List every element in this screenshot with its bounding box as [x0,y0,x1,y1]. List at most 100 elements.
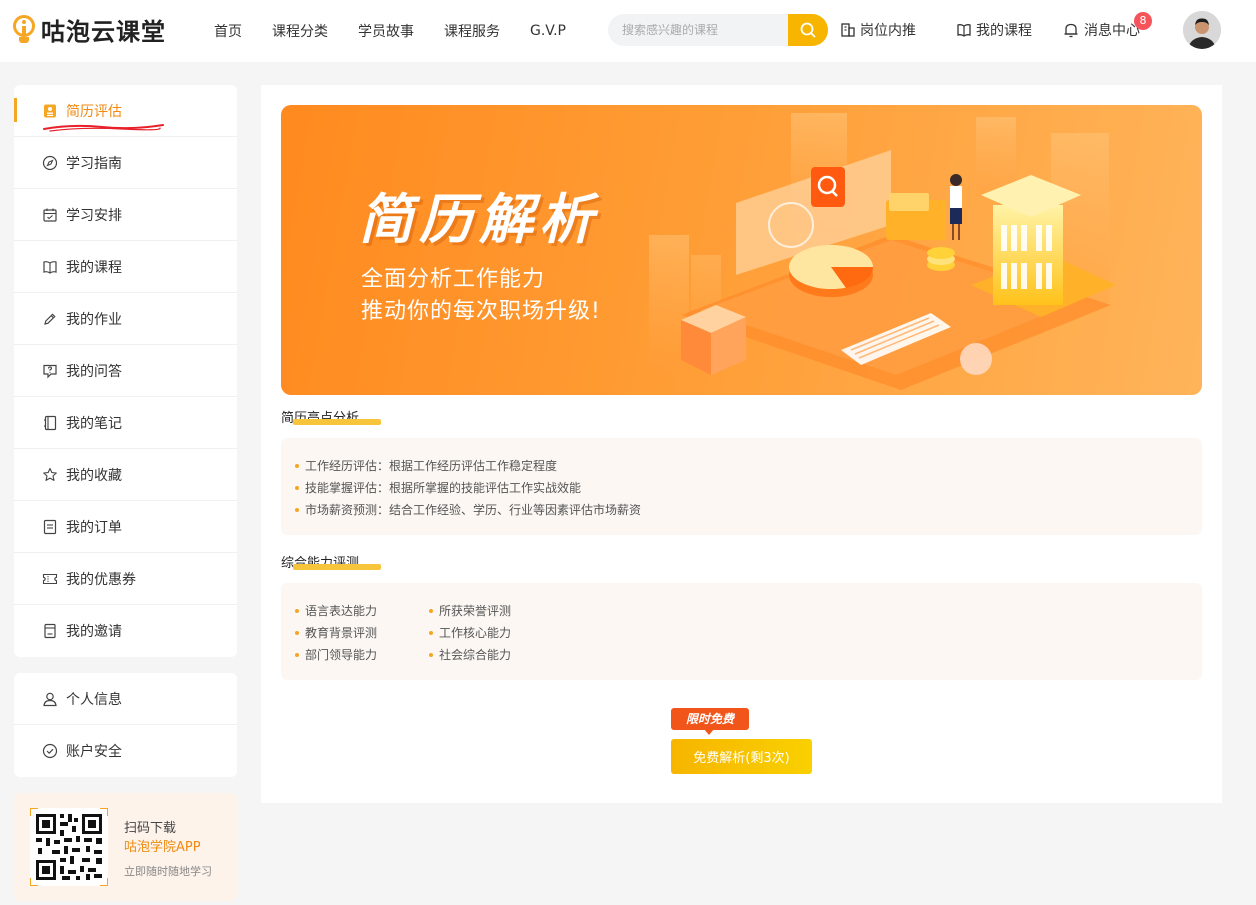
assessment-item-language: 语言表达能力 [305,604,378,618]
my-courses-link[interactable]: 我的课程 [956,20,1032,40]
office-illustration [649,113,1116,390]
bell-icon [1064,23,1078,38]
sidebar-item-study-schedule[interactable]: 学习安排 [14,189,237,241]
sidebar-label-my-homework: 我的作业 [66,311,122,328]
sidebar-item-my-orders[interactable]: 我的订单 [14,501,237,553]
search-bar [608,14,828,46]
compass-icon [42,155,58,170]
list-item: 工作核心能力 [429,624,511,641]
resume-banner: 简历解析 全面分析工作能力 推动你的每次职场升级! [281,105,1202,395]
nav-student-stories[interactable]: 学员故事 [358,21,414,41]
sidebar-item-my-coupons[interactable]: 我的优惠券 [14,553,237,605]
qr-code-icon [30,808,108,886]
nav-course-categories[interactable]: 课程分类 [272,21,328,41]
sidebar-label-study-guide: 学习指南 [66,155,122,172]
limited-free-tag-pointer [704,729,714,735]
ticket-icon [42,573,58,584]
question-chat-icon [43,364,57,378]
search-button[interactable] [788,14,828,46]
assessment-item-social: 社会综合能力 [439,648,512,662]
pencil-icon [44,312,56,325]
sidebar-label-my-orders: 我的订单 [66,519,122,536]
main-nav: 首页 课程分类 学员故事 课程服务 G.V.P [214,18,596,44]
list-item: 所获荣誉评测 [429,602,511,619]
check-circle-icon [42,743,58,759]
list-item: 语言表达能力 [295,602,377,619]
invitation-icon [44,623,56,639]
app-promo-subtitle: 立即随时随地学习 [124,865,212,878]
search-input[interactable] [622,14,792,46]
site-logo[interactable]: 咕泡云课堂 [12,12,166,46]
nav-course-services[interactable]: 课程服务 [444,21,500,41]
sidebar-label-my-favorites: 我的收藏 [66,467,122,484]
star-icon [43,467,57,481]
sidebar-item-personal-info[interactable]: 个人信息 [14,673,237,725]
sidebar-item-my-qa[interactable]: 我的问答 [14,345,237,397]
sidebar-item-study-guide[interactable]: 学习指南 [14,137,237,189]
list-item: 教育背景评测 [295,624,377,641]
sidebar-label-my-notes: 我的笔记 [66,415,122,432]
banner-line-2: 推动你的每次职场升级! [361,299,601,324]
sidebar-item-my-courses[interactable]: 我的课程 [14,241,237,293]
list-item: 工作经历评估：根据工作经历评估工作稳定程度 [295,457,557,474]
highlight-item-2: 技能掌握评估：根据所掌握的技能评估工作实战效能 [305,481,582,495]
sidebar-label-account-security: 账户安全 [66,744,122,760]
sidebar-item-my-invitations[interactable]: 我的邀请 [14,605,237,657]
highlight-item-1: 工作经历评估：根据工作经历评估工作稳定程度 [305,459,558,473]
sidebar-label-personal-info: 个人信息 [66,691,122,708]
nav-gvp[interactable]: G.V.P [530,23,566,39]
section-title-underline [293,564,381,570]
banner-title: 简历解析 [359,188,599,251]
sidebar-item-resume-assessment[interactable]: 简历评估 [14,85,237,137]
main-content: 简历解析 全面分析工作能力 推动你的每次职场升级! 工作经历评估：根据工作经历评… [261,85,1222,803]
sidebar-item-my-homework[interactable]: 我的作业 [14,293,237,345]
calendar-icon [43,208,57,222]
sidebar-label-resume-assessment: 简历评估 [66,103,122,120]
resume-icon [44,104,56,117]
comprehensive-assessment-box: 语言表达能力 教育背景评测 部门领导能力 所获荣誉评测 工作核心能力 社会综合能… [281,583,1202,680]
list-item: 技能掌握评估：根据所掌握的技能评估工作实战效能 [295,479,581,496]
assessment-item-core-ability: 工作核心能力 [439,626,512,640]
sidebar-label-my-invitations: 我的邀请 [66,624,122,640]
job-referral-label: 岗位内推 [860,23,916,39]
search-icon [800,22,816,38]
user-avatar[interactable] [1183,11,1221,49]
list-item: 市场薪资预测：结合工作经验、学历、行业等因素评估市场薪资 [295,501,641,518]
top-header: 咕泡云课堂 首页 课程分类 学员故事 课程服务 G.V.P 岗位内推 [0,0,1256,62]
sidebar-menu-account: 个人信息 账户安全 [14,673,237,777]
app-download-card: 扫码下载 咕泡学院APP 立即随时随地学习 [14,793,237,901]
notebook-icon [44,415,57,430]
free-analysis-button[interactable]: 免费解析(剩3次) [671,739,812,774]
limited-free-tag: 限时免费 [671,708,749,730]
list-item: 社会综合能力 [429,646,511,663]
sidebar-label-my-courses: 我的课程 [66,259,122,276]
list-item: 部门领导能力 [295,646,377,663]
building-icon [841,23,855,37]
my-courses-label: 我的课程 [976,23,1032,39]
sidebar-label-study-schedule: 学习安排 [66,207,122,224]
message-center-label: 消息中心 [1084,23,1140,39]
assessment-item-honors: 所获荣誉评测 [439,604,512,618]
resume-highlights-box: 工作经历评估：根据工作经历评估工作稳定程度 技能掌握评估：根据所掌握的技能评估工… [281,438,1202,535]
sidebar-menu-main: 简历评估 学习指南 学习安排 我的课程 我的作业 我的问答 我的笔记 我的收藏 … [14,85,237,657]
section-title-underline [293,419,381,425]
sidebar-label-my-qa: 我的问答 [66,363,122,380]
user-icon [43,692,57,706]
active-indicator [14,98,17,122]
message-center-link[interactable]: 消息中心 [1062,20,1140,40]
assessment-item-leadership: 部门领导能力 [305,648,378,662]
sidebar-item-account-security[interactable]: 账户安全 [14,725,237,777]
order-list-icon [43,519,57,534]
logo-text: 咕泡云课堂 [41,17,166,46]
sidebar-item-my-notes[interactable]: 我的笔记 [14,397,237,449]
book-icon [43,260,57,274]
sidebar-item-my-favorites[interactable]: 我的收藏 [14,449,237,501]
app-promo-name: 咕泡学院APP [124,840,201,855]
job-referral-link[interactable]: 岗位内推 [840,20,916,40]
bulb-logo-icon [12,13,36,45]
sidebar-label-my-coupons: 我的优惠券 [66,571,136,588]
message-count-badge: 8 [1134,12,1152,30]
banner-line-1: 全面分析工作能力 [361,267,546,292]
nav-home[interactable]: 首页 [214,21,242,41]
assessment-item-education: 教育背景评测 [305,626,378,640]
